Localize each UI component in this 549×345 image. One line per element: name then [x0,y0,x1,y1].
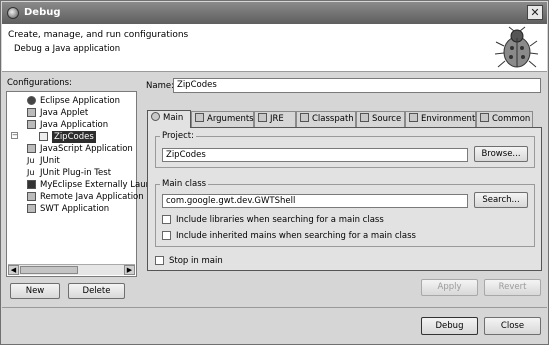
search-button[interactable]: Search... [474,192,528,208]
configurations-label: Configurations: [7,78,72,88]
horizontal-scrollbar[interactable]: ◀ ▶ [8,264,135,275]
include-libraries-checkbox[interactable] [162,215,171,224]
close-icon[interactable]: ✕ [527,5,543,20]
footer-divider [2,307,547,308]
main-class-group: Main class com.google.gwt.dev.GWTShell S… [155,179,535,247]
javascript-icon [27,144,36,153]
source-icon [360,113,369,122]
include-libraries-label: Include libraries when searching for a m… [176,215,384,225]
name-input[interactable]: ZipCodes [173,78,541,93]
revert-button[interactable]: Revert [484,279,541,296]
bug-icon [494,26,539,68]
jre-icon [258,113,267,122]
stop-in-main-checkbox[interactable] [155,256,164,265]
java-app-icon [27,120,36,129]
tab-arguments[interactable]: Arguments [191,111,254,127]
arguments-icon [195,113,204,122]
tab-main[interactable]: Main [147,110,191,128]
browse-button[interactable]: Browse... [474,146,528,162]
header-title: Create, manage, and run configurations [8,30,189,40]
stop-in-main-label: Stop in main [169,256,223,266]
java-class-icon [39,132,48,141]
scroll-left-icon[interactable]: ◀ [8,265,19,275]
tab-strip: Main Arguments JRE Classpath Source Envi… [147,110,542,128]
window-title: Debug [24,7,61,18]
tab-jre[interactable]: JRE [254,111,296,127]
junit-plugin-icon: Ju [27,168,36,177]
debug-dialog: Debug ✕ Create, manage, and run configur… [0,0,549,345]
project-group: Project: ZipCodes Browse... [155,131,535,168]
collapse-icon[interactable]: − [11,132,18,139]
name-label: Name: [146,81,174,91]
main-tab-icon [151,112,160,121]
header-subtitle: Debug a Java application [14,44,121,54]
applet-icon [27,108,36,117]
title-bar[interactable]: Debug ✕ [2,2,547,24]
delete-button[interactable]: Delete [68,283,125,299]
project-field[interactable]: ZipCodes [162,148,468,162]
swt-icon [27,204,36,213]
eclipse-icon [7,7,19,19]
configurations-tree[interactable]: − Eclipse Application Java Applet Java A… [6,91,156,277]
scroll-thumb[interactable] [20,266,78,274]
new-button[interactable]: New [10,283,60,299]
include-inherited-checkbox[interactable] [162,231,171,240]
debug-button[interactable]: Debug [421,317,478,335]
environment-icon [409,113,418,122]
tab-classpath[interactable]: Classpath [296,111,356,127]
junit-icon: Ju [27,156,36,165]
main-tab-panel: Project: ZipCodes Browse... Main class c… [147,127,542,271]
include-inherited-label: Include inherited mains when searching f… [176,231,416,241]
tab-common[interactable]: Common [476,111,533,127]
main-class-field[interactable]: com.google.gwt.dev.GWTShell [162,194,468,208]
eclipse-icon [27,96,36,105]
project-label: Project: [160,131,196,141]
tab-environment[interactable]: Environment [405,111,476,127]
myeclipse-icon [27,180,36,189]
classpath-icon [300,113,309,122]
apply-button[interactable]: Apply [421,279,478,296]
common-icon [480,113,489,122]
dialog-header: Create, manage, and run configurations D… [2,24,547,72]
main-class-label: Main class [160,179,209,189]
scroll-right-icon[interactable]: ▶ [124,265,135,275]
tab-source[interactable]: Source [356,111,405,127]
close-button[interactable]: Close [484,317,541,335]
remote-icon [27,192,36,201]
